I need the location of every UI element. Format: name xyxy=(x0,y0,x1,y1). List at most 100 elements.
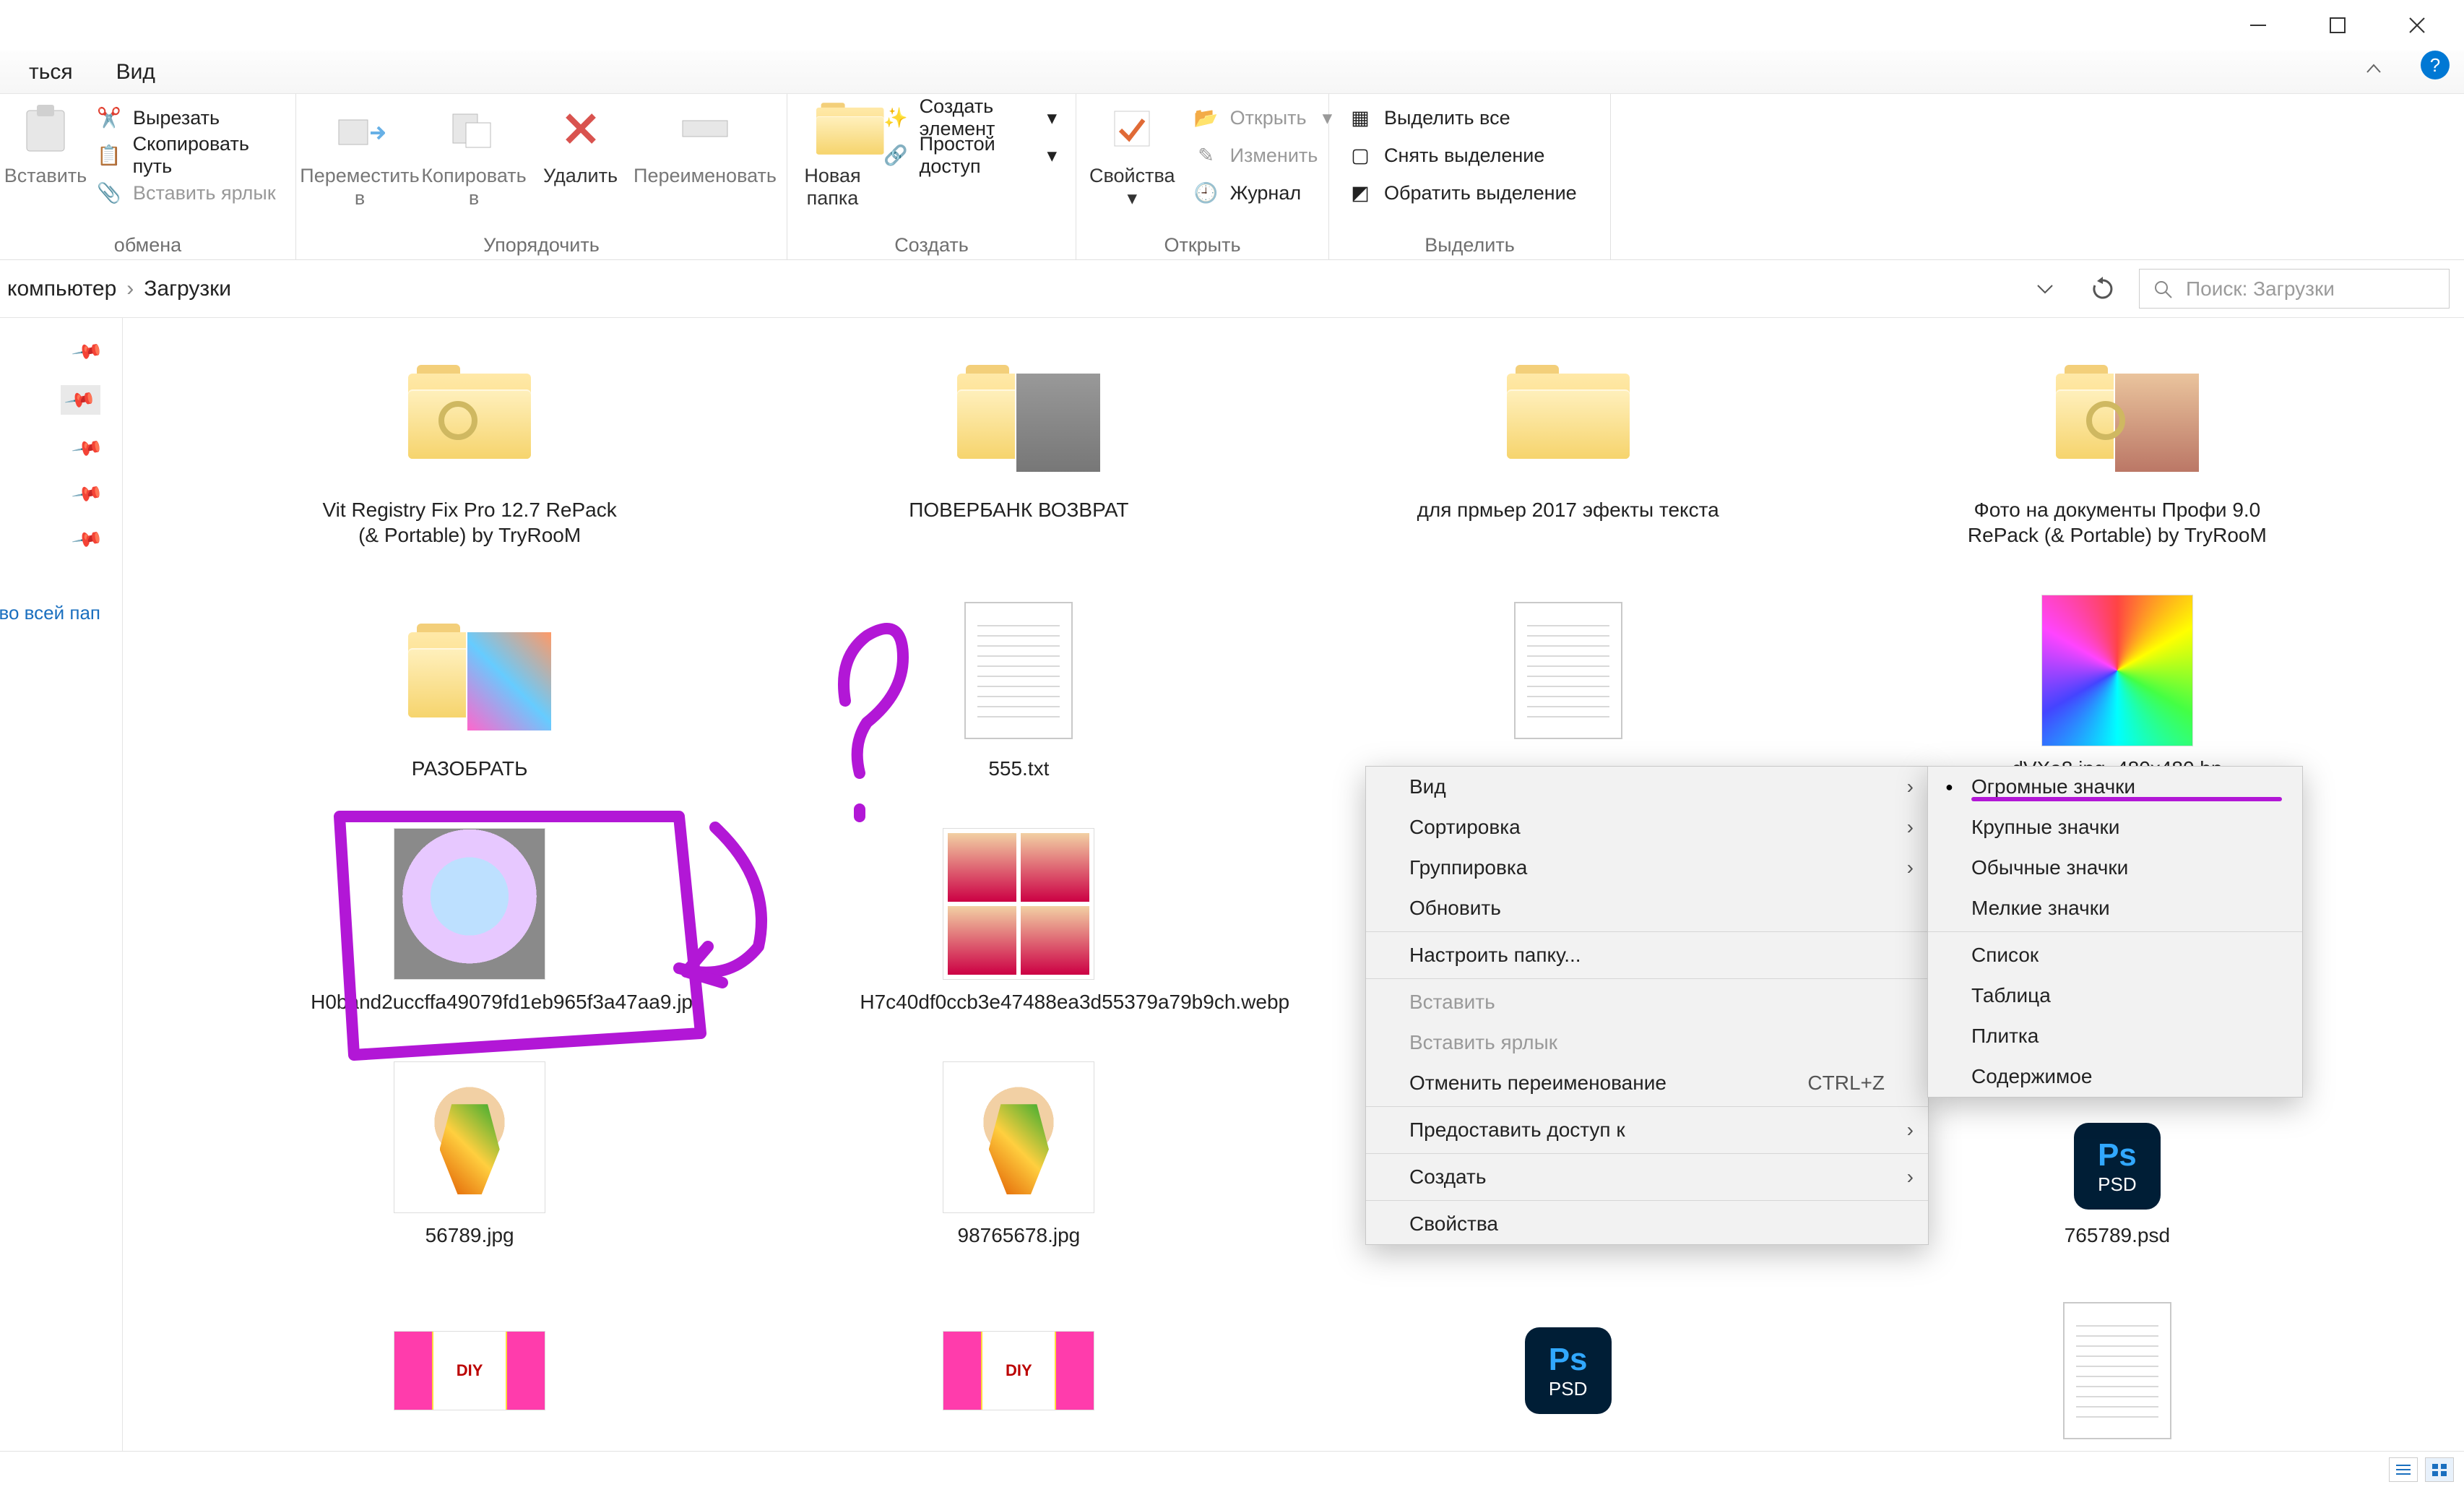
sub-small-icons[interactable]: Мелкие значки xyxy=(1928,888,2302,928)
file-item[interactable]: 555.txt xyxy=(744,598,1293,781)
breadcrumb[interactable]: компьютер › Загрузки xyxy=(0,277,2009,301)
path-icon: 📋 xyxy=(97,143,121,168)
file-item[interactable]: для прмьер 2017 эфекты текста xyxy=(1294,340,1843,548)
copy-to-button[interactable]: Копировать в xyxy=(423,100,524,210)
paste-shortcut-button[interactable]: 📎Вставить ярлык xyxy=(91,175,282,211)
ctx-group[interactable]: Группировка› xyxy=(1366,848,1928,888)
open-group-label: Открыть xyxy=(1089,230,1315,259)
sidebar-pin-4[interactable]: 📌 xyxy=(75,482,100,506)
maximize-button[interactable] xyxy=(2298,0,2377,51)
copy-path-label: Скопировать путь xyxy=(133,133,277,178)
cut-label: Вырезать xyxy=(133,107,220,129)
history-button[interactable]: 🕘Журнал xyxy=(1188,175,1339,211)
file-item[interactable]: 98765678.jpg xyxy=(744,1065,1293,1248)
file-item[interactable] xyxy=(195,1298,744,1451)
file-item[interactable]: H7c40df0ccb3e47488ea3d55379a79b9ch.webp xyxy=(744,832,1293,1014)
ctx-undo-rename[interactable]: Отменить переименованиеCTRL+Z xyxy=(1366,1063,1928,1103)
chevron-right-icon: › xyxy=(1907,856,1914,879)
file-item[interactable]: 56789.jpg xyxy=(195,1065,744,1248)
file-item[interactable]: Vit Registry Fix Pro 12.7 RePack (& Port… xyxy=(195,340,744,548)
breadcrumb-pc[interactable]: компьютер xyxy=(7,277,116,301)
invert-selection-button[interactable]: ◩Обратить выделение xyxy=(1342,175,1583,211)
context-submenu-view: Огромные значки Крупные значки Обычные з… xyxy=(1927,766,2303,1098)
sub-large-icons[interactable]: Крупные значки xyxy=(1928,807,2302,848)
rename-icon xyxy=(676,100,734,158)
properties-button[interactable]: Свойства ▾ xyxy=(1089,100,1175,210)
refresh-button[interactable] xyxy=(2081,267,2124,311)
ctx-properties[interactable]: Свойства xyxy=(1366,1204,1928,1244)
file-item[interactable]: dVXa8.jpg_480x480 bp xyxy=(1843,598,2392,781)
file-name: 98765678.jpg xyxy=(958,1223,1081,1248)
sub-huge-icons[interactable]: Огромные значки xyxy=(1928,767,2302,807)
new-item-button[interactable]: ✨Создать элемент▾ xyxy=(878,100,1063,136)
ctx-create[interactable]: Создать› xyxy=(1366,1157,1928,1197)
open-button[interactable]: 📂Открыть▾ xyxy=(1188,100,1339,136)
breadcrumb-folder[interactable]: Загрузки xyxy=(144,277,231,301)
ctx-customize[interactable]: Настроить папку... xyxy=(1366,935,1928,975)
sub-list[interactable]: Список xyxy=(1928,935,2302,975)
sidebar-pin-5[interactable]: 📌 xyxy=(75,527,100,551)
edit-label: Изменить xyxy=(1230,145,1318,167)
file-name: РАЗОБРАТЬ xyxy=(412,756,528,781)
new-folder-button[interactable]: Новая папка xyxy=(800,100,865,210)
select-all-label: Выделить все xyxy=(1384,107,1510,129)
sub-tiles[interactable]: Плитка xyxy=(1928,1016,2302,1056)
file-item[interactable] xyxy=(1294,598,1843,781)
annotation-underline xyxy=(1971,797,2282,801)
select-none-button[interactable]: ▢Снять выделение xyxy=(1342,137,1583,173)
new-folder-label: Новая папка xyxy=(800,165,865,210)
ctx-paste-shortcut: Вставить ярлык xyxy=(1366,1022,1928,1063)
sub-medium-icons[interactable]: Обычные значки xyxy=(1928,848,2302,888)
paste-button[interactable]: Вставить xyxy=(13,100,78,187)
create-group-label: Создать xyxy=(800,230,1063,259)
copy-path-button[interactable]: 📋Скопировать путь xyxy=(91,137,282,173)
sidebar-pin-1[interactable]: 📌 xyxy=(75,340,100,363)
tab-share[interactable]: ться xyxy=(29,60,73,85)
search-placeholder: Поиск: Загрузки xyxy=(2186,277,2335,301)
ctx-share[interactable]: Предоставить доступ к› xyxy=(1366,1110,1928,1150)
close-button[interactable] xyxy=(2377,0,2457,51)
easy-access-button[interactable]: 🔗Простой доступ▾ xyxy=(878,137,1063,173)
clipboard-icon xyxy=(17,100,74,158)
ctx-refresh[interactable]: Обновить xyxy=(1366,888,1928,928)
ctx-sort[interactable]: Сортировка› xyxy=(1366,807,1928,848)
minimize-button[interactable] xyxy=(2218,0,2298,51)
file-item[interactable]: Фото на документы Профи 9.0 RePack (& Po… xyxy=(1843,340,2392,548)
chevron-right-icon: › xyxy=(1907,775,1914,798)
folder-icon xyxy=(383,598,556,743)
organize-group-label: Упорядочить xyxy=(309,230,774,259)
file-item[interactable] xyxy=(744,1298,1293,1451)
select-all-button[interactable]: ▦Выделить все xyxy=(1342,100,1583,136)
pin-icon: 📌 xyxy=(71,335,105,368)
edit-icon: ✎ xyxy=(1194,143,1219,168)
sidebar-pin-2[interactable]: 📌 xyxy=(61,385,100,415)
help-button[interactable]: ? xyxy=(2421,51,2450,79)
file-item[interactable]: РАЗОБРАТЬ xyxy=(195,598,744,781)
history-dropdown[interactable] xyxy=(2023,267,2067,311)
file-item[interactable]: PsPSDPSD xyxy=(1294,1298,1843,1451)
move-to-button[interactable]: Переместить в xyxy=(309,100,410,210)
details-view-button[interactable] xyxy=(2389,1457,2418,1482)
file-item[interactable]: H0band2uccffa49079fd1eb965f3a47aa9.jpg xyxy=(195,832,744,1014)
txt-file-icon xyxy=(2031,1298,2204,1443)
rename-button[interactable]: Переименовать xyxy=(636,100,774,187)
edit-button[interactable]: ✎ Изменить xyxy=(1188,137,1339,173)
sidebar-pin-3[interactable]: 📌 xyxy=(75,436,100,460)
search-everywhere-link[interactable]: е во всей пап xyxy=(0,602,100,624)
tab-view[interactable]: Вид xyxy=(116,60,155,85)
ctx-view[interactable]: Вид› xyxy=(1366,767,1928,807)
delete-button[interactable]: Удалить xyxy=(537,100,623,187)
icons-view-button[interactable] xyxy=(2425,1457,2454,1482)
ribbon-collapse-caret[interactable] xyxy=(2363,58,2385,79)
sub-content[interactable]: Содержимое xyxy=(1928,1056,2302,1097)
image-thumbnail xyxy=(2031,598,2204,743)
search-input[interactable]: Поиск: Загрузки xyxy=(2139,269,2450,309)
search-icon xyxy=(2153,279,2173,299)
file-item[interactable]: ПОВЕРБАНК ВОЗВРАТ xyxy=(744,340,1293,548)
cut-button[interactable]: ✂️Вырезать xyxy=(91,100,282,136)
image-thumbnail xyxy=(932,1065,1105,1210)
file-item[interactable] xyxy=(1843,1298,2392,1451)
move-icon xyxy=(331,100,389,158)
sub-table[interactable]: Таблица xyxy=(1928,975,2302,1016)
image-thumbnail xyxy=(383,1298,556,1443)
